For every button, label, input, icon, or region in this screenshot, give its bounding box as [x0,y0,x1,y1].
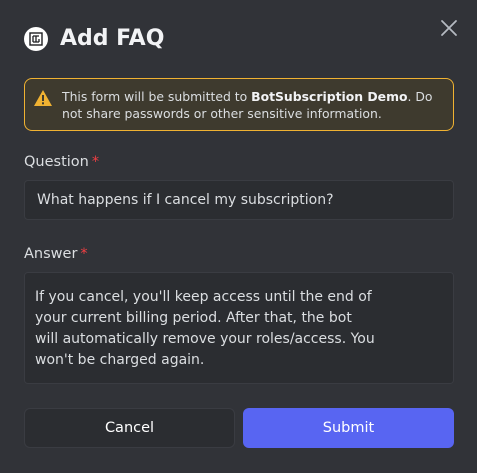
question-input[interactable] [24,180,454,220]
question-label-text: Question [24,154,89,170]
add-faq-modal: Add FAQ This form will be submitted to B… [0,0,477,473]
warning-text: This form will be submitted to BotSubscr… [62,88,441,122]
required-marker: * [91,154,100,170]
warning-text-before: This form will be submitted to [62,89,252,104]
server-name: BotSubscription Demo [251,89,408,104]
cancel-button[interactable]: Cancel [24,408,235,448]
required-marker: * [80,246,88,262]
warning-banner: This form will be submitted to BotSubscr… [24,78,454,131]
answer-label: Answer * [24,245,88,263]
answer-label-text: Answer [24,246,78,262]
question-label: Question * [24,153,99,171]
modal-title: Add FAQ [60,26,165,51]
submit-button[interactable]: Submit [243,408,454,448]
close-icon [441,20,457,36]
answer-textarea[interactable]: If you cancel, you'll keep access until … [24,272,454,384]
warning-icon [34,90,52,106]
bot-logo-icon [24,27,48,51]
close-button[interactable] [439,18,459,38]
